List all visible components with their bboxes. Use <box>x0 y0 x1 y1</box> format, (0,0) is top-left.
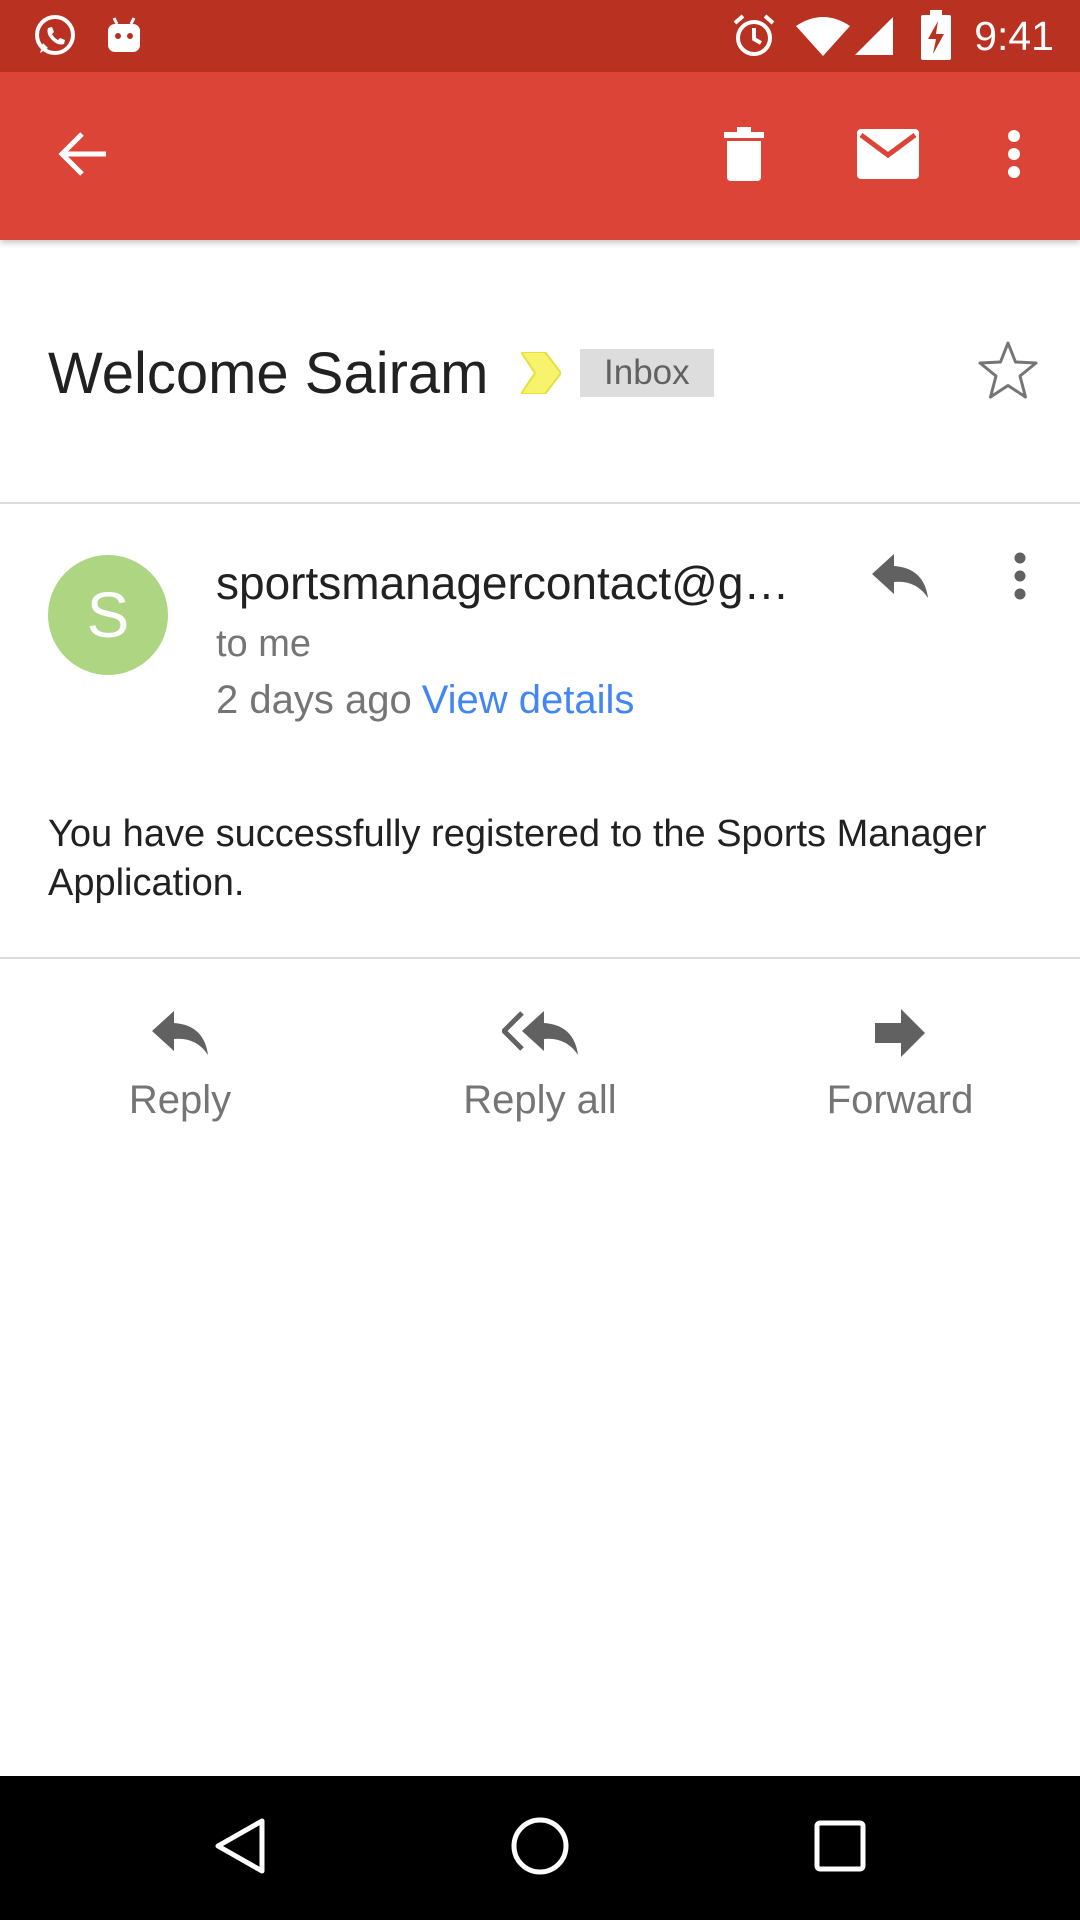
message-overflow-button[interactable] <box>994 544 1046 612</box>
app-bar <box>0 72 1080 240</box>
back-icon <box>214 1817 266 1880</box>
clock: 9:41 <box>974 13 1054 59</box>
recipient-line: to me <box>216 623 312 665</box>
home-icon <box>511 1817 569 1880</box>
header-reply-button[interactable] <box>866 544 934 612</box>
divider <box>0 957 1080 959</box>
reply-all-button[interactable]: Reply all <box>410 1000 670 1124</box>
star-button[interactable] <box>974 338 1042 406</box>
reply-icon <box>152 1000 208 1066</box>
cell-signal-icon <box>852 0 896 72</box>
delete-button[interactable] <box>688 72 800 240</box>
reply-all-label: Reply all <box>463 1078 617 1122</box>
mark-unread-button[interactable] <box>832 72 944 240</box>
reply-button[interactable]: Reply <box>50 1000 310 1124</box>
sender-avatar[interactable]: S <box>48 555 168 675</box>
nav-back-button[interactable] <box>168 1776 312 1920</box>
forward-button[interactable]: Forward <box>770 1000 1030 1124</box>
inbox-label-chip[interactable]: Inbox <box>580 349 714 397</box>
forward-icon <box>875 1000 925 1066</box>
nav-home-button[interactable] <box>468 1776 612 1920</box>
overflow-menu-button[interactable] <box>958 72 1070 240</box>
reply-icon <box>872 553 928 603</box>
whatsapp-icon <box>28 0 80 72</box>
nav-recents-button[interactable] <box>768 1776 912 1920</box>
more-vert-icon <box>1007 129 1021 184</box>
message-meta: 2 days ago View details <box>216 676 634 724</box>
back-arrow-icon <box>56 130 108 183</box>
subject-title: Welcome Sairam <box>48 341 489 406</box>
wifi-icon <box>796 0 850 72</box>
forward-label: Forward <box>826 1078 974 1122</box>
android-icon <box>104 0 144 72</box>
status-bar: 9:41 <box>0 0 1080 72</box>
sender-address: sportsmanagercontact@g… <box>216 557 790 609</box>
reply-label: Reply <box>128 1078 232 1122</box>
message-time: 2 days ago <box>216 678 412 722</box>
reply-all-icon <box>502 1000 578 1066</box>
battery-charging-icon <box>916 0 956 72</box>
message-body: You have successfully registered to the … <box>48 813 987 904</box>
mail-icon <box>857 128 919 184</box>
recents-icon <box>814 1820 866 1877</box>
alarm-icon <box>730 0 778 72</box>
more-vert-icon <box>1013 551 1027 606</box>
navigation-bar <box>0 1776 1080 1920</box>
view-details-link[interactable]: View details <box>422 678 635 722</box>
delete-icon <box>724 126 764 186</box>
importance-marker-icon[interactable] <box>519 351 563 399</box>
star-outline-icon <box>977 340 1039 405</box>
back-button[interactable] <box>26 72 138 240</box>
